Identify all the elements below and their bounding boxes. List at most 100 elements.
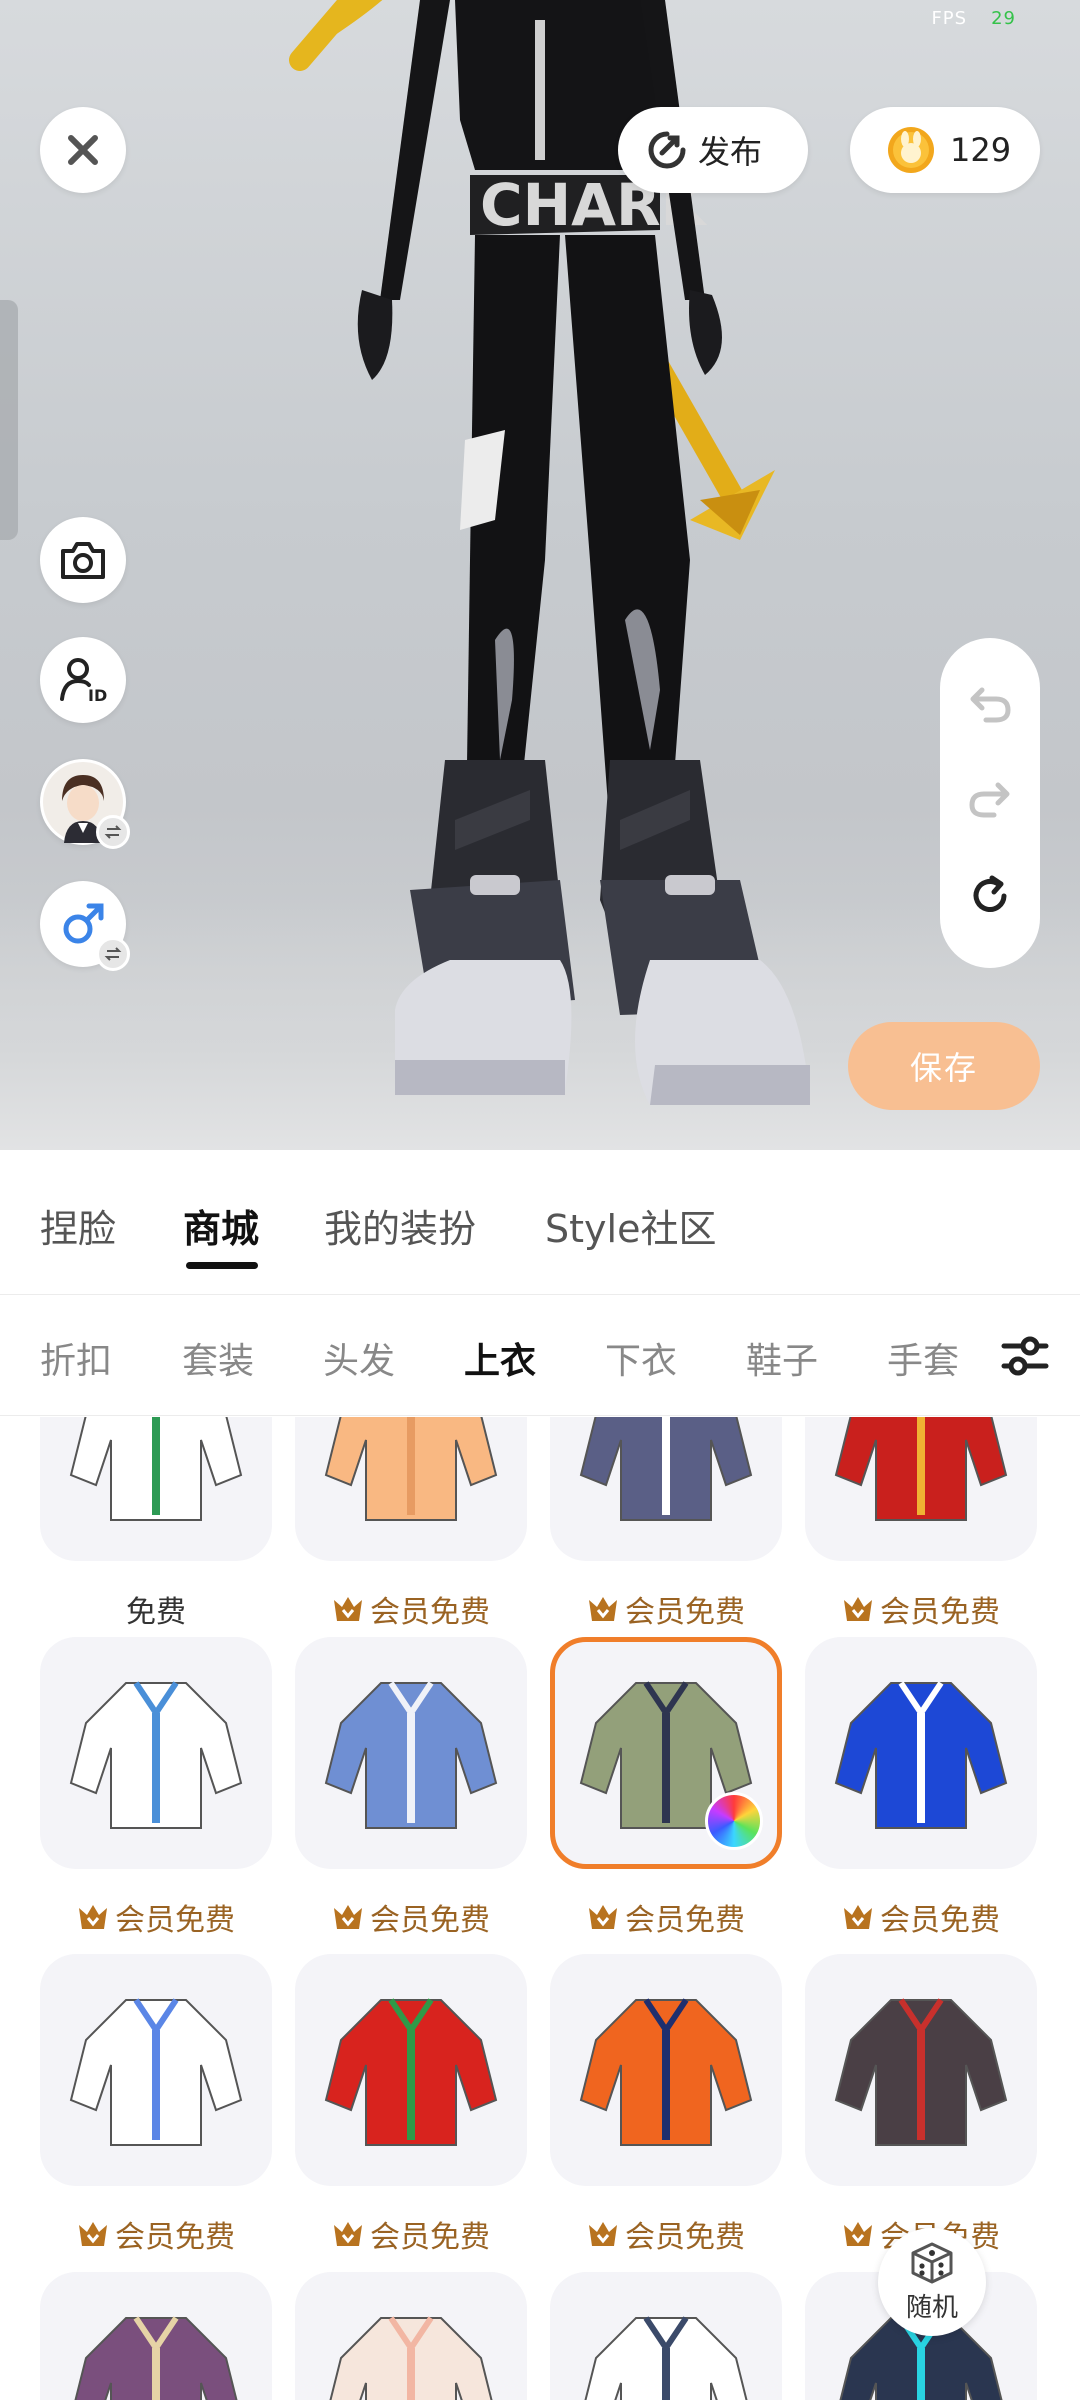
garment-thumbnail <box>69 1998 243 2146</box>
tab-style-community[interactable]: Style社区 <box>545 1198 716 1253</box>
app-root: CHARK FPS 29 发布 129 ID 保存 捏脸 商城 我的装扮 Sty… <box>0 0 1080 2400</box>
item-card[interactable] <box>295 1417 527 1561</box>
history-controls <box>940 638 1040 968</box>
item-card[interactable] <box>805 1637 1037 1869</box>
garment-thumbnail <box>324 1681 498 1829</box>
item-price-label: 会员免费 <box>370 2220 490 2255</box>
item-card[interactable] <box>805 1954 1037 2186</box>
category-sets[interactable]: 套装 <box>182 1332 254 1384</box>
member-crown-icon <box>589 1597 617 1621</box>
svg-text:ID: ID <box>88 686 107 705</box>
item-card[interactable] <box>550 1954 782 2186</box>
filter-icon <box>1001 1336 1049 1376</box>
item-card[interactable] <box>550 1637 782 1869</box>
redo-button[interactable] <box>968 779 1012 823</box>
publish-button[interactable]: 发布 <box>618 107 808 193</box>
item-card[interactable] <box>805 1417 1037 1561</box>
avatar-preview[interactable]: CHARK FPS 29 发布 129 ID 保存 <box>0 0 1080 1150</box>
fps-counter: FPS 29 <box>931 8 1016 29</box>
member-crown-icon <box>79 2222 107 2246</box>
random-label: 随机 <box>905 2292 958 2323</box>
filter-button[interactable] <box>970 1296 1080 1415</box>
item-price-label: 会员免费 <box>625 1595 745 1630</box>
item-card[interactable] <box>40 1637 272 1869</box>
undo-icon <box>970 687 1011 723</box>
item-price: 免费 <box>28 1587 284 1631</box>
swap-badge <box>96 937 130 971</box>
dice-icon <box>911 2242 953 2283</box>
garment-thumbnail <box>69 1417 243 1521</box>
garment-thumbnail <box>69 1681 243 1829</box>
category-shoes[interactable]: 鞋子 <box>746 1332 818 1384</box>
swap-badge <box>96 815 130 849</box>
garment-thumbnail <box>74 2316 238 2400</box>
member-crown-icon <box>334 1905 362 1929</box>
color-picker-icon[interactable] <box>705 1792 763 1850</box>
category-discount[interactable]: 折扣 <box>40 1332 112 1384</box>
item-price: 会员免费 <box>793 1895 1049 1939</box>
item-card[interactable] <box>295 2272 527 2400</box>
garment-thumbnail <box>834 1998 1008 2146</box>
fps-label: FPS <box>931 8 968 29</box>
tab-store[interactable]: 商城 <box>183 1198 259 1253</box>
item-price: 会员免费 <box>28 2212 284 2256</box>
camera-icon <box>61 542 105 579</box>
category-gloves[interactable]: 手套 <box>887 1332 959 1384</box>
member-crown-icon <box>334 1597 362 1621</box>
item-price: 会员免费 <box>283 1895 539 1939</box>
save-button[interactable]: 保存 <box>848 1022 1040 1110</box>
item-card[interactable] <box>295 1954 527 2186</box>
item-price-label: 免费 <box>126 1595 186 1630</box>
category-tops[interactable]: 上衣 <box>464 1332 536 1384</box>
item-price: 会员免费 <box>28 1895 284 1939</box>
avatar-id-button[interactable]: ID <box>40 637 126 723</box>
fps-value: 29 <box>991 8 1016 29</box>
main-tab-bar: 捏脸 商城 我的装扮 Style社区 <box>0 1150 1080 1295</box>
male-icon <box>63 903 104 944</box>
garment-thumbnail <box>584 2316 748 2400</box>
close-button[interactable] <box>40 107 126 193</box>
random-button[interactable]: 随机 <box>878 2228 986 2336</box>
item-price-label: 会员免费 <box>880 1903 1000 1938</box>
category-bottoms[interactable]: 下衣 <box>605 1332 677 1384</box>
item-card[interactable] <box>550 2272 782 2400</box>
gender-switch-button[interactable] <box>40 881 130 971</box>
item-price: 会员免费 <box>793 1587 1049 1631</box>
redo-icon <box>969 782 1010 818</box>
item-price: 会员免费 <box>538 1587 794 1631</box>
garment-thumbnail <box>834 1681 1008 1829</box>
item-card[interactable] <box>40 1954 272 2186</box>
publish-icon <box>648 131 686 169</box>
category-hair[interactable]: 头发 <box>323 1332 395 1384</box>
camera-button[interactable] <box>40 517 126 603</box>
item-card[interactable] <box>550 1417 782 1561</box>
item-card[interactable] <box>40 1417 272 1561</box>
item-card[interactable] <box>40 2272 272 2400</box>
tab-face-edit[interactable]: 捏脸 <box>40 1198 116 1253</box>
coin-icon <box>888 127 934 173</box>
swap-icon <box>104 825 122 839</box>
member-crown-icon <box>79 1905 107 1929</box>
item-card[interactable] <box>295 1637 527 1869</box>
garment-thumbnail <box>579 1998 753 2146</box>
member-crown-icon <box>844 1597 872 1621</box>
item-price-label: 会员免费 <box>625 1903 745 1938</box>
reset-button[interactable] <box>968 874 1012 922</box>
side-drawer-handle[interactable] <box>0 300 18 540</box>
reset-icon <box>973 875 1007 913</box>
item-price-label: 会员免费 <box>370 1595 490 1630</box>
swap-icon <box>104 947 122 961</box>
garment-thumbnail <box>324 1998 498 2146</box>
item-price-label: 会员免费 <box>115 1903 235 1938</box>
item-price: 会员免费 <box>283 1587 539 1631</box>
garment-thumbnail <box>329 2316 493 2400</box>
coin-balance[interactable]: 129 <box>850 107 1040 193</box>
tab-my-outfits[interactable]: 我的装扮 <box>324 1198 476 1253</box>
garment-thumbnail <box>324 1417 498 1521</box>
item-price: 会员免费 <box>538 2212 794 2256</box>
member-crown-icon <box>844 1905 872 1929</box>
undo-button[interactable] <box>968 684 1012 728</box>
switch-character-button[interactable] <box>40 759 130 849</box>
garment-thumbnail <box>579 1417 753 1521</box>
coin-count: 129 <box>950 131 1012 169</box>
